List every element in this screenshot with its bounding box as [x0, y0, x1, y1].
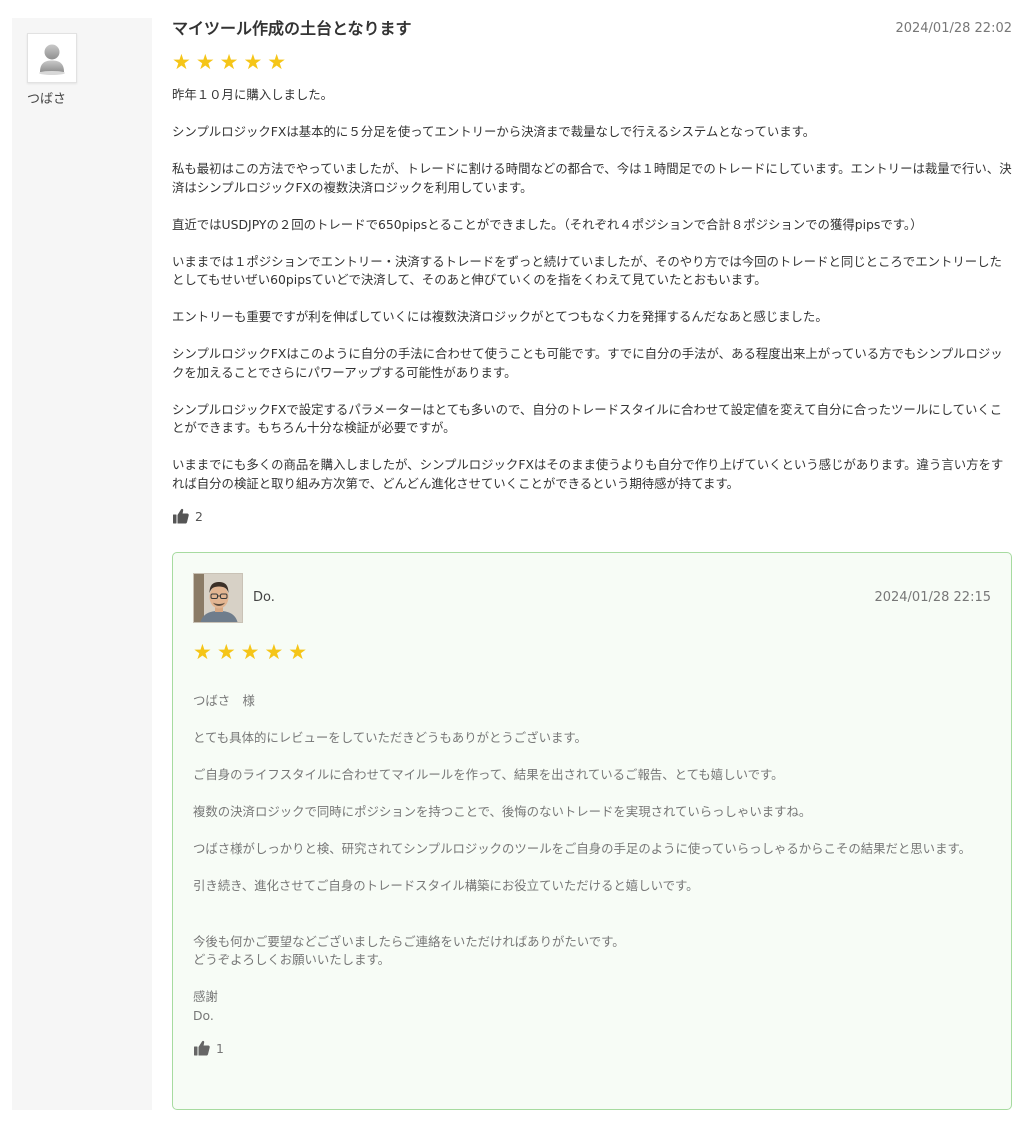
- review-paragraph: エントリーも重要ですが利を伸ばしていくには複数決済ロジックがとてつもなく力を発揮…: [172, 309, 828, 324]
- review-paragraph: 直近ではUSDJPYの２回のトレードで650pipsとることができました。（それ…: [172, 216, 923, 232]
- reviewer-avatar[interactable]: [27, 33, 77, 83]
- closing-line: どうぞよろしくお願いいたします。: [193, 952, 391, 967]
- signoff-text: 感謝: [193, 989, 218, 1004]
- author-avatar[interactable]: [193, 573, 243, 623]
- reply-star-rating: ★★★★★: [193, 640, 313, 664]
- review-paragraph: シンプルロジックFXはこのように自分の手法に合わせて使うことも可能です。すでに自…: [172, 346, 1003, 380]
- author-reply: Do. 2024/01/28 22:15 ★★★★★ つばさ 様 とても具体的に…: [172, 552, 1012, 1110]
- reply-date: 2024/01/28 22:15: [874, 590, 991, 605]
- reply-paragraph: 複数の決済ロジックで同時にポジションを持つことで、後悔のないトレードを実現されて…: [193, 804, 812, 819]
- thumbs-up-icon[interactable]: [172, 507, 190, 525]
- thumbs-up-icon[interactable]: [193, 1039, 211, 1057]
- review-paragraph: シンプルロジックFXで設定するパラメーターはとても多いので、自分のトレードスタイ…: [172, 401, 1003, 436]
- review-title: マイツール作成の土台となります: [172, 19, 412, 38]
- review-like: 2: [172, 507, 1012, 525]
- review-paragraph: シンプルロジックFXは基本的に５分足を使ってエントリーから決済まで裁量なしで行え…: [172, 124, 816, 139]
- signature: Do.: [193, 1007, 214, 1023]
- star-rating: ★★★★★: [172, 50, 292, 74]
- default-user-icon: [39, 44, 65, 75]
- closing-line: 今後も何かご要望などございましたらご連絡をいただければありがたいです。: [193, 933, 625, 949]
- reply-signoff: 感謝 Do.: [193, 988, 991, 1025]
- reply-paragraph: つばさ 様: [193, 693, 255, 708]
- review-body: 昨年１０月に購入しました。 シンプルロジックFXは基本的に５分足を使ってエントリ…: [172, 86, 1012, 493]
- reply-paragraph: つばさ様がしっかりと検、研究されてシンプルロジックのツールをご自身の手足のように…: [193, 841, 972, 856]
- reply-paragraph: とても具体的にレビューをしていただきどうもありがとうございます。: [193, 730, 587, 745]
- author-photo: [194, 574, 242, 622]
- review-paragraph: いままでは１ポジションでエントリー・決済するトレードをずっと続けていましたが、そ…: [172, 253, 1002, 288]
- review-paragraph: いままでにも多くの商品を購入しましたが、シンプルロジックFXはそのまま使うよりも…: [172, 457, 1004, 491]
- reply-paragraph: 引き続き、進化させてご自身のトレードスタイル構築にお役立ていただけると嬉しいです…: [193, 878, 699, 893]
- reviewer-panel: つばさ: [12, 18, 152, 1110]
- review-paragraph: 昨年１０月に購入しました。: [172, 87, 334, 102]
- reply-header: Do. 2024/01/28 22:15: [193, 573, 991, 625]
- review-paragraph: 私も最初はこの方法でやっていましたが、トレードに割ける時間などの都合で、今は１時…: [172, 161, 1012, 195]
- author-name[interactable]: Do.: [253, 590, 275, 605]
- review-date: 2024/01/28 22:02: [895, 21, 1012, 36]
- reply-paragraph: ご自身のライフスタイルに合わせてマイルールを作って、結果を出されているご報告、と…: [193, 767, 784, 782]
- reply-like: 1: [193, 1039, 991, 1057]
- reply-closing: 今後も何かご要望などございましたらご連絡をいただければありがたいです。 どうぞよ…: [193, 933, 991, 970]
- like-count: 1: [216, 1040, 224, 1056]
- reviewer-name[interactable]: つばさ: [27, 88, 66, 107]
- review: マイツール作成の土台となります 2024/01/28 22:02 ★★★★★ 昨…: [172, 18, 1012, 525]
- review-header: マイツール作成の土台となります 2024/01/28 22:02: [172, 18, 1012, 42]
- like-count: 2: [195, 508, 203, 524]
- reply-body: つばさ 様 とても具体的にレビューをしていただきどうもありがとうございます。 ご…: [193, 692, 991, 1025]
